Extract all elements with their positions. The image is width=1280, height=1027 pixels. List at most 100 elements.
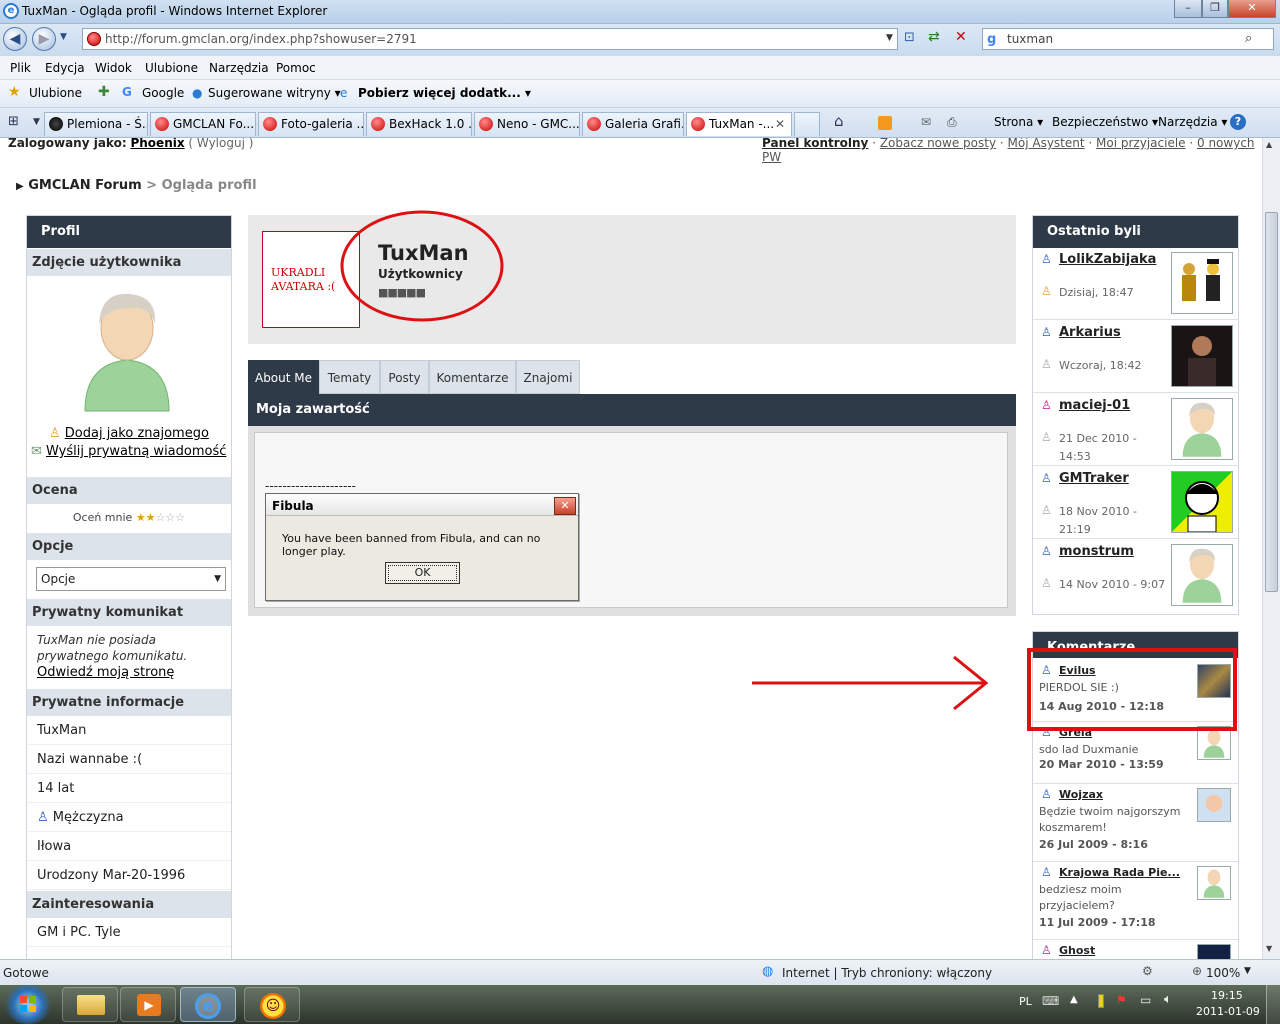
network-icon[interactable]: ▭ <box>1140 993 1151 1007</box>
fav-suggested[interactable]: Sugerowane witryny ▾ <box>208 86 341 100</box>
tab-plemiona[interactable]: Plemiona - Ś... <box>44 112 148 136</box>
search-icon[interactable]: ⌕ <box>1245 29 1252 49</box>
comment-avatar[interactable] <box>1197 788 1231 822</box>
add-favorite-icon[interactable]: ✚ <box>98 84 110 100</box>
clock-date[interactable]: 2011-01-09 <box>1196 1005 1260 1018</box>
address-dropdown-icon[interactable]: ▼ <box>886 33 893 43</box>
keyboard-icon[interactable]: ⌨ <box>1042 994 1059 1008</box>
tab-friends[interactable]: Znajomi <box>516 360 580 394</box>
tab-list-icon[interactable]: ▼ <box>33 117 40 127</box>
page-scrollbar[interactable]: ▲ ▼ <box>1262 138 1280 959</box>
close-window-button[interactable]: ✕ <box>1228 0 1276 18</box>
logged-user-link[interactable]: Phoenix <box>130 138 184 150</box>
visitor-name[interactable]: Arkarius <box>1059 325 1121 340</box>
comment-avatar[interactable] <box>1197 866 1231 900</box>
friends-link[interactable]: Moi przyjaciele <box>1096 138 1186 150</box>
menu-view[interactable]: Widok <box>95 61 132 75</box>
help-icon[interactable]: ? <box>1230 114 1246 130</box>
favorites-button[interactable]: Ulubione <box>29 86 82 100</box>
back-button[interactable]: ◀ <box>3 27 27 51</box>
tab-neno[interactable]: Neno - GMC... <box>474 112 580 136</box>
quick-tabs-icon[interactable]: ⊞ <box>8 114 19 129</box>
mail-icon[interactable]: ✉ <box>921 115 931 129</box>
refresh-icon[interactable]: ⇄ <box>928 29 940 45</box>
taskbar-media-player[interactable]: ▶ <box>120 987 176 1022</box>
history-dropdown-icon[interactable]: ▼ <box>60 32 67 42</box>
tab-gmclan[interactable]: GMCLAN Fo... <box>150 112 256 136</box>
menu-help[interactable]: Pomoc <box>276 61 316 75</box>
comment-avatar[interactable] <box>1197 944 1231 959</box>
dialog-ok-button[interactable]: OK <box>385 562 460 584</box>
fav-google[interactable]: Google <box>142 86 184 100</box>
taskbar-smiley-app[interactable]: ☺ <box>244 987 300 1022</box>
tab-about-me[interactable]: About Me <box>248 360 319 394</box>
dialog-close-button[interactable]: ✕ <box>554 497 576 515</box>
add-friend-link[interactable]: Dodaj jako znajomego <box>65 426 209 441</box>
language-indicator[interactable]: PL <box>1019 995 1032 1008</box>
tab-tuxman[interactable]: TuxMan -... ✕ <box>686 112 792 136</box>
visitor-name[interactable]: LolikZabijaka <box>1059 252 1156 267</box>
taskbar-internet-explorer[interactable]: e <box>180 987 236 1022</box>
home-icon[interactable]: ⌂ <box>834 112 844 130</box>
breadcrumb-home[interactable]: GMCLAN Forum <box>28 178 141 193</box>
tab-comments[interactable]: Komentarze <box>429 360 516 394</box>
taskbar-explorer[interactable] <box>62 987 118 1022</box>
rss-feed-icon[interactable] <box>878 116 892 130</box>
menu-file[interactable]: Plik <box>10 61 31 75</box>
comment-author[interactable]: Wojzax <box>1059 788 1103 801</box>
volume-icon[interactable]: 🔈︎ <box>1164 992 1172 1007</box>
tab-posts[interactable]: Posty <box>380 360 429 394</box>
options-select[interactable]: Opcje ▼ <box>36 567 226 591</box>
start-button[interactable] <box>2 985 54 1024</box>
new-posts-link[interactable]: Zobacz nowe posty <box>880 138 996 150</box>
minimize-button[interactable]: – <box>1174 0 1202 18</box>
menu-edit[interactable]: Edycja <box>45 61 85 75</box>
rating-stars-icon[interactable]: ★★ <box>136 511 156 524</box>
print-icon[interactable]: ⎙ <box>947 115 957 130</box>
maximize-button[interactable]: ❐ <box>1202 0 1228 18</box>
show-desktop-button[interactable] <box>1266 985 1280 1024</box>
visitor-name[interactable]: maciej-01 <box>1059 398 1130 413</box>
scrollbar-thumb[interactable] <box>1265 212 1278 592</box>
safety-menu[interactable]: Bezpieczeństwo ▾ <box>1052 115 1158 129</box>
security-status-icon[interactable]: ⚙ <box>1142 964 1153 978</box>
alert-flag-icon[interactable]: ⚑ <box>1116 993 1127 1007</box>
visitor-avatar[interactable] <box>1171 325 1233 387</box>
forward-button[interactable]: ▶ <box>32 27 56 51</box>
visit-page-link[interactable]: Odwiedź moją stronę <box>37 665 174 680</box>
zoom-level[interactable]: 100% <box>1206 966 1240 980</box>
stop-icon[interactable]: ✕ <box>955 29 967 45</box>
show-hidden-icons[interactable]: ▲ <box>1070 994 1078 1005</box>
new-tab-button[interactable] <box>794 112 820 136</box>
menu-tools[interactable]: Narzędzia <box>209 61 269 75</box>
battery-icon[interactable] <box>1098 994 1104 1008</box>
control-panel-link[interactable]: Panel kontrolny <box>762 138 868 150</box>
visitor-avatar[interactable] <box>1171 544 1233 606</box>
page-menu[interactable]: Strona ▾ <box>994 115 1043 129</box>
visitor-name[interactable]: GMTraker <box>1059 471 1129 486</box>
assistant-link[interactable]: Mój Asystent <box>1008 138 1085 150</box>
zone-text[interactable]: Internet | Tryb chroniony: włączony <box>782 966 992 980</box>
visitor-avatar[interactable] <box>1171 398 1233 460</box>
visitor-name[interactable]: monstrum <box>1059 544 1134 559</box>
tab-bexhack[interactable]: BexHack 1.0 ... <box>366 112 472 136</box>
zoom-dropdown-icon[interactable]: ▼ <box>1244 966 1251 976</box>
search-field[interactable]: g tuxman ⌕ <box>982 28 1274 50</box>
tab-galeria-grafi[interactable]: Galeria Grafi... <box>582 112 684 136</box>
menu-favorites[interactable]: Ulubione <box>145 61 198 75</box>
comment-author[interactable]: Krajowa Rada Pie... <box>1059 866 1180 879</box>
clock-time[interactable]: 19:15 <box>1211 989 1243 1002</box>
tab-foto-galeria[interactable]: Foto-galeria ... <box>258 112 364 136</box>
fav-addons[interactable]: Pobierz więcej dodatk... ▾ <box>358 86 531 100</box>
address-bar[interactable]: http://forum.gmclan.org/index.php?showus… <box>82 28 898 50</box>
scroll-down-icon[interactable]: ▼ <box>1266 944 1272 953</box>
logout-link[interactable]: ( Wyloguj ) <box>188 138 253 150</box>
visitor-avatar[interactable] <box>1171 471 1233 533</box>
comment-author[interactable]: Ghost <box>1059 944 1095 957</box>
comment-avatar[interactable] <box>1197 726 1231 760</box>
tab-topics[interactable]: Tematy <box>319 360 380 394</box>
rating-empty-stars-icon[interactable]: ☆☆☆ <box>156 511 186 524</box>
compatibility-icon[interactable]: ⊡ <box>904 30 915 45</box>
close-tab-icon[interactable]: ✕ <box>775 113 785 135</box>
visitor-avatar[interactable] <box>1171 252 1233 314</box>
